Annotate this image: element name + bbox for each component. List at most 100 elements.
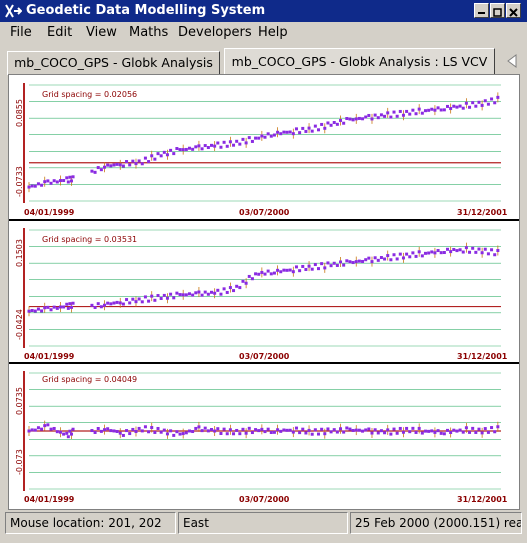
data-point (464, 246, 468, 250)
tab-scroll-arrow-icon[interactable] (496, 52, 524, 70)
data-point (361, 429, 365, 433)
data-point (222, 287, 226, 291)
data-point (405, 426, 409, 430)
data-point (228, 286, 232, 290)
data-point (471, 426, 475, 430)
data-point (213, 144, 217, 148)
data-point (175, 147, 179, 151)
menu-help[interactable]: Help (258, 25, 288, 40)
menu-maths[interactable]: Maths (129, 25, 168, 40)
data-point (103, 428, 107, 432)
data-point (197, 290, 201, 294)
data-point (52, 305, 56, 309)
data-points (27, 95, 500, 189)
data-point (241, 279, 245, 283)
data-point (46, 423, 50, 427)
data-point (181, 432, 185, 436)
data-point (449, 250, 453, 254)
data-point (118, 163, 122, 167)
data-point (200, 293, 204, 297)
data-point (169, 148, 173, 152)
data-point (279, 270, 283, 274)
data-point (213, 429, 217, 433)
menu-view[interactable]: View (86, 25, 117, 40)
data-point (52, 426, 56, 430)
tab-ls-vcv[interactable]: mb_COCO_GPS - Globk Analysis : LS VCV (224, 48, 495, 76)
data-point (354, 428, 358, 432)
tab-globk-analysis[interactable]: mb_COCO_GPS - Globk Analysis (7, 51, 220, 75)
data-point (364, 115, 368, 119)
data-point (304, 267, 308, 271)
data-point (134, 162, 138, 166)
data-point (147, 430, 151, 434)
data-point (294, 265, 298, 269)
data-point (250, 139, 254, 143)
data-point (143, 425, 147, 429)
data-point (313, 124, 317, 128)
data-point (276, 268, 280, 272)
data-point (68, 175, 72, 179)
plot-east[interactable]: Grid spacing = 0.03531 0.1503 -0.0424 04… (9, 222, 519, 364)
data-point (257, 272, 261, 276)
data-point (96, 426, 100, 430)
menu-file[interactable]: File (10, 25, 32, 40)
minimize-button[interactable] (474, 3, 489, 18)
data-point (408, 430, 412, 434)
close-button[interactable] (506, 3, 521, 18)
data-point (310, 432, 314, 436)
data-point (430, 429, 434, 433)
data-point (263, 272, 267, 276)
data-point (392, 427, 396, 431)
data-point (433, 108, 437, 112)
data-point (386, 111, 390, 115)
data-point (480, 251, 484, 255)
data-point (420, 254, 424, 258)
maximize-button[interactable] (490, 3, 505, 18)
data-point (351, 428, 355, 432)
data-point (36, 307, 40, 311)
data-point (458, 248, 462, 252)
data-point (348, 427, 352, 431)
data-point (219, 145, 223, 149)
data-point (468, 430, 472, 434)
menu-edit[interactable]: Edit (47, 25, 72, 40)
data-point (452, 428, 456, 432)
data-point (279, 429, 283, 433)
data-point (442, 251, 446, 255)
data-point (147, 299, 151, 303)
data-point (222, 140, 226, 144)
data-point (58, 305, 62, 309)
data-point (364, 258, 368, 262)
data-point (194, 145, 198, 149)
title-bar: Geodetic Data Modelling System (0, 0, 527, 22)
app-icon[interactable] (4, 2, 22, 20)
data-point (159, 430, 163, 434)
data-point (294, 426, 298, 430)
menu-developers[interactable]: Developers (178, 25, 252, 40)
data-point (27, 429, 31, 433)
data-point (386, 254, 390, 258)
plot-up[interactable]: Grid spacing = 0.04049 0.0735 -0.073 04/… (9, 365, 519, 507)
data-point (260, 134, 264, 138)
data-point (417, 426, 421, 430)
data-point (373, 113, 377, 117)
plot-north[interactable]: Grid spacing = 0.02056 0.0855 -0.0733 04… (9, 77, 519, 219)
data-point (131, 427, 135, 431)
data-point (115, 300, 119, 304)
data-point (285, 268, 289, 272)
data-point (62, 305, 66, 309)
data-point (361, 117, 365, 121)
data-point (191, 293, 195, 297)
data-point (68, 429, 72, 433)
data-point (178, 293, 182, 297)
data-point (159, 154, 163, 158)
data-point (367, 113, 371, 117)
data-point (156, 152, 160, 156)
x-tick-mid: 03/07/2000 (239, 352, 290, 361)
data-point (442, 432, 446, 436)
data-point (345, 259, 349, 263)
data-point (181, 293, 185, 297)
data-point (433, 430, 437, 434)
data-point (436, 429, 440, 433)
data-point (364, 428, 368, 432)
